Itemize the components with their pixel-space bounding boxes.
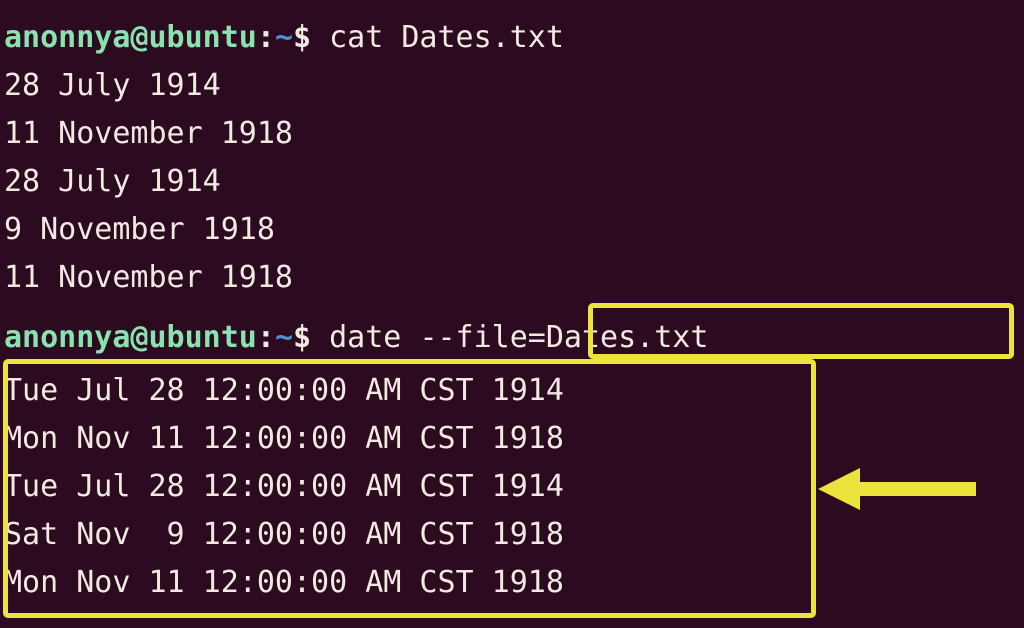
command-date-file-argument: --file=Dates.txt: [419, 320, 709, 355]
command-cat-spacer: [311, 20, 329, 55]
output-line: Mon Nov 11 12:00:00 AM CST 1918: [4, 565, 564, 600]
prompt-tilde: ~: [274, 320, 293, 355]
output-line: Sat Nov 9 12:00:00 AM CST 1918: [4, 517, 564, 552]
file-content-line: 11 November 1918: [4, 116, 293, 151]
terminal-line-prompt-1: anonnya@ubuntu:~$ cat Dates.txt: [4, 14, 564, 62]
prompt-user-host: anonnya@ubuntu: [4, 20, 257, 55]
output-line: Tue Jul 28 12:00:00 AM CST 1914: [4, 373, 564, 408]
command-date-spacer: [311, 320, 329, 355]
output-line: Tue Jul 28 12:00:00 AM CST 1914: [4, 469, 564, 504]
terminal-line-prompt-2: anonnya@ubuntu:~$ date --file=Dates.txt: [4, 314, 708, 362]
file-content-line: 28 July 1914: [4, 68, 221, 103]
terminal-window: anonnya@ubuntu:~$ cat Dates.txt 28 July …: [0, 0, 1024, 628]
prompt-colon: :: [256, 20, 275, 55]
file-content-line: 11 November 1918: [4, 260, 293, 295]
file-content-line: 9 November 1918: [4, 212, 275, 247]
prompt-dollar: $: [293, 320, 312, 355]
command-cat: cat Dates.txt: [329, 20, 564, 55]
prompt-user-host: anonnya@ubuntu: [4, 320, 257, 355]
prompt-tilde: ~: [274, 20, 293, 55]
file-content-line: 28 July 1914: [4, 164, 221, 199]
command-arg-spacer: [401, 320, 419, 355]
prompt-colon: :: [256, 320, 275, 355]
command-date: date: [329, 320, 402, 355]
prompt-dollar: $: [293, 20, 312, 55]
output-line: Mon Nov 11 12:00:00 AM CST 1918: [4, 421, 564, 456]
annotation-arrow-icon: [818, 468, 976, 510]
